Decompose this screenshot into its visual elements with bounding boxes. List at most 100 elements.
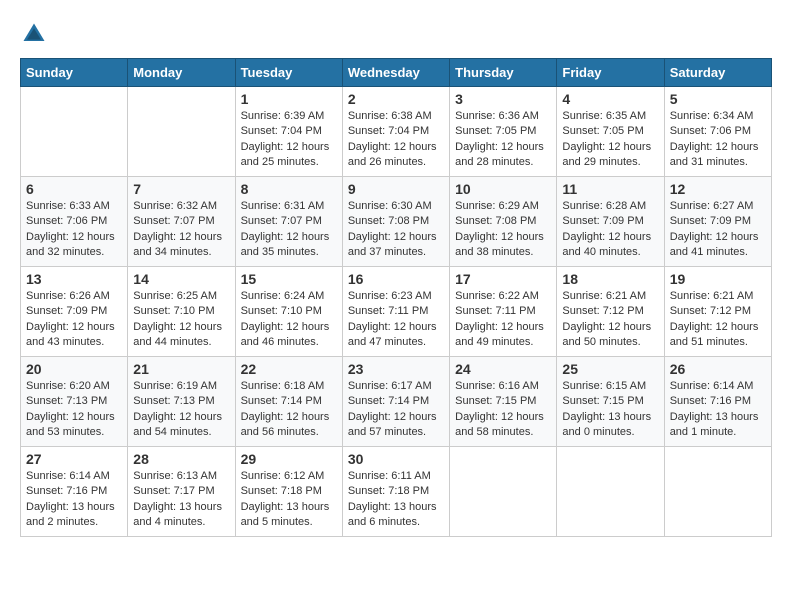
day-number: 25	[562, 361, 658, 377]
calendar-week-row: 20 Sunrise: 6:20 AMSunset: 7:13 PMDayligh…	[21, 357, 772, 447]
calendar-week-row: 27 Sunrise: 6:14 AMSunset: 7:16 PMDayligh…	[21, 447, 772, 537]
day-info: Sunrise: 6:15 AMSunset: 7:15 PMDaylight:…	[562, 379, 658, 441]
day-number: 11	[562, 181, 658, 197]
calendar-day-cell: 14 Sunrise: 6:25 AMSunset: 7:10 PMDayligh…	[128, 267, 235, 357]
day-number: 2	[348, 91, 444, 107]
calendar-header	[20, 20, 772, 48]
calendar-day-cell: 8 Sunrise: 6:31 AMSunset: 7:07 PMDaylight…	[235, 177, 342, 267]
day-info: Sunrise: 6:11 AMSunset: 7:18 PMDaylight:…	[348, 469, 444, 531]
logo	[20, 20, 52, 48]
day-number: 14	[133, 271, 229, 287]
day-number: 17	[455, 271, 551, 287]
day-info: Sunrise: 6:20 AMSunset: 7:13 PMDaylight:…	[26, 379, 122, 441]
day-info: Sunrise: 6:30 AMSunset: 7:08 PMDaylight:…	[348, 199, 444, 261]
calendar-day-cell	[664, 447, 771, 537]
calendar-day-cell: 23 Sunrise: 6:17 AMSunset: 7:14 PMDayligh…	[342, 357, 449, 447]
day-info: Sunrise: 6:39 AMSunset: 7:04 PMDaylight:…	[241, 109, 337, 171]
day-info: Sunrise: 6:38 AMSunset: 7:04 PMDaylight:…	[348, 109, 444, 171]
day-info: Sunrise: 6:14 AMSunset: 7:16 PMDaylight:…	[26, 469, 122, 531]
calendar-day-cell: 18Sunrise: 6:21 AMSunset: 7:12 PMDayligh…	[557, 267, 664, 357]
weekday-header: Thursday	[450, 59, 557, 87]
weekday-header: Sunday	[21, 59, 128, 87]
calendar-day-cell	[128, 87, 235, 177]
calendar-day-cell: 25 Sunrise: 6:15 AMSunset: 7:15 PMDayligh…	[557, 357, 664, 447]
day-info: Sunrise: 6:19 AMSunset: 7:13 PMDaylight:…	[133, 379, 229, 441]
day-number: 30	[348, 451, 444, 467]
calendar-day-cell: 17 Sunrise: 6:22 AMSunset: 7:11 PMDayligh…	[450, 267, 557, 357]
calendar-day-cell: 16 Sunrise: 6:23 AMSunset: 7:11 PMDayligh…	[342, 267, 449, 357]
calendar-day-cell: 28Sunrise: 6:13 AMSunset: 7:17 PMDayligh…	[128, 447, 235, 537]
calendar-day-cell: 26 Sunrise: 6:14 AMSunset: 7:16 PMDayligh…	[664, 357, 771, 447]
day-info: Sunrise: 6:27 AMSunset: 7:09 PMDaylight:…	[670, 199, 766, 261]
day-info: Sunrise: 6:36 AMSunset: 7:05 PMDaylight:…	[455, 109, 551, 171]
day-number: 21	[133, 361, 229, 377]
day-number: 13	[26, 271, 122, 287]
day-info: Sunrise: 6:32 AMSunset: 7:07 PMDaylight:…	[133, 199, 229, 261]
calendar-day-cell: 22Sunrise: 6:18 AMSunset: 7:14 PMDayligh…	[235, 357, 342, 447]
day-info: Sunrise: 6:21 AMSunset: 7:12 PMDaylight:…	[670, 289, 766, 351]
calendar-day-cell	[557, 447, 664, 537]
day-number: 20	[26, 361, 122, 377]
day-info: Sunrise: 6:16 AMSunset: 7:15 PMDaylight:…	[455, 379, 551, 441]
calendar-day-cell: 13 Sunrise: 6:26 AMSunset: 7:09 PMDayligh…	[21, 267, 128, 357]
day-info: Sunrise: 6:26 AMSunset: 7:09 PMDaylight:…	[26, 289, 122, 351]
calendar-body: 1 Sunrise: 6:39 AMSunset: 7:04 PMDaylight…	[21, 87, 772, 537]
day-number: 22	[241, 361, 337, 377]
calendar-day-cell: 9Sunrise: 6:30 AMSunset: 7:08 PMDaylight…	[342, 177, 449, 267]
calendar-week-row: 13 Sunrise: 6:26 AMSunset: 7:09 PMDayligh…	[21, 267, 772, 357]
day-number: 12	[670, 181, 766, 197]
day-number: 5	[670, 91, 766, 107]
calendar-day-cell: 19 Sunrise: 6:21 AMSunset: 7:12 PMDayligh…	[664, 267, 771, 357]
day-number: 6	[26, 181, 122, 197]
weekday-header: Tuesday	[235, 59, 342, 87]
day-info: Sunrise: 6:33 AMSunset: 7:06 PMDaylight:…	[26, 199, 122, 261]
day-number: 18	[562, 271, 658, 287]
day-info: Sunrise: 6:34 AMSunset: 7:06 PMDaylight:…	[670, 109, 766, 171]
calendar-day-cell: 1 Sunrise: 6:39 AMSunset: 7:04 PMDaylight…	[235, 87, 342, 177]
day-number: 15	[241, 271, 337, 287]
day-info: Sunrise: 6:22 AMSunset: 7:11 PMDaylight:…	[455, 289, 551, 351]
day-info: Sunrise: 6:17 AMSunset: 7:14 PMDaylight:…	[348, 379, 444, 441]
day-info: Sunrise: 6:31 AMSunset: 7:07 PMDaylight:…	[241, 199, 337, 261]
day-number: 27	[26, 451, 122, 467]
calendar-day-cell	[450, 447, 557, 537]
calendar-day-cell: 21 Sunrise: 6:19 AMSunset: 7:13 PMDayligh…	[128, 357, 235, 447]
day-info: Sunrise: 6:25 AMSunset: 7:10 PMDaylight:…	[133, 289, 229, 351]
day-number: 23	[348, 361, 444, 377]
day-info: Sunrise: 6:28 AMSunset: 7:09 PMDaylight:…	[562, 199, 658, 261]
day-number: 1	[241, 91, 337, 107]
calendar-day-cell: 10Sunrise: 6:29 AMSunset: 7:08 PMDayligh…	[450, 177, 557, 267]
calendar-table: SundayMondayTuesdayWednesdayThursdayFrid…	[20, 58, 772, 537]
calendar-day-cell: 24 Sunrise: 6:16 AMSunset: 7:15 PMDayligh…	[450, 357, 557, 447]
calendar-day-cell: 20 Sunrise: 6:20 AMSunset: 7:13 PMDayligh…	[21, 357, 128, 447]
calendar-day-cell: 29 Sunrise: 6:12 AMSunset: 7:18 PMDayligh…	[235, 447, 342, 537]
day-number: 3	[455, 91, 551, 107]
day-info: Sunrise: 6:14 AMSunset: 7:16 PMDaylight:…	[670, 379, 766, 441]
day-number: 24	[455, 361, 551, 377]
weekday-header: Friday	[557, 59, 664, 87]
logo-icon	[20, 20, 48, 48]
weekday-row: SundayMondayTuesdayWednesdayThursdayFrid…	[21, 59, 772, 87]
day-number: 4	[562, 91, 658, 107]
calendar-week-row: 6 Sunrise: 6:33 AMSunset: 7:06 PMDaylight…	[21, 177, 772, 267]
day-number: 7	[133, 181, 229, 197]
day-number: 26	[670, 361, 766, 377]
calendar-day-cell: 3 Sunrise: 6:36 AMSunset: 7:05 PMDaylight…	[450, 87, 557, 177]
weekday-header: Monday	[128, 59, 235, 87]
calendar-day-cell: 4 Sunrise: 6:35 AMSunset: 7:05 PMDaylight…	[557, 87, 664, 177]
calendar-day-cell: 11 Sunrise: 6:28 AMSunset: 7:09 PMDayligh…	[557, 177, 664, 267]
day-number: 29	[241, 451, 337, 467]
calendar-day-cell: 2 Sunrise: 6:38 AMSunset: 7:04 PMDaylight…	[342, 87, 449, 177]
day-info: Sunrise: 6:13 AMSunset: 7:17 PMDaylight:…	[133, 469, 229, 531]
day-info: Sunrise: 6:24 AMSunset: 7:10 PMDaylight:…	[241, 289, 337, 351]
day-number: 16	[348, 271, 444, 287]
calendar-header-row: SundayMondayTuesdayWednesdayThursdayFrid…	[21, 59, 772, 87]
day-info: Sunrise: 6:35 AMSunset: 7:05 PMDaylight:…	[562, 109, 658, 171]
day-info: Sunrise: 6:23 AMSunset: 7:11 PMDaylight:…	[348, 289, 444, 351]
day-number: 8	[241, 181, 337, 197]
weekday-header: Saturday	[664, 59, 771, 87]
calendar-day-cell	[21, 87, 128, 177]
calendar-day-cell: 12 Sunrise: 6:27 AMSunset: 7:09 PMDayligh…	[664, 177, 771, 267]
day-info: Sunrise: 6:12 AMSunset: 7:18 PMDaylight:…	[241, 469, 337, 531]
day-number: 19	[670, 271, 766, 287]
